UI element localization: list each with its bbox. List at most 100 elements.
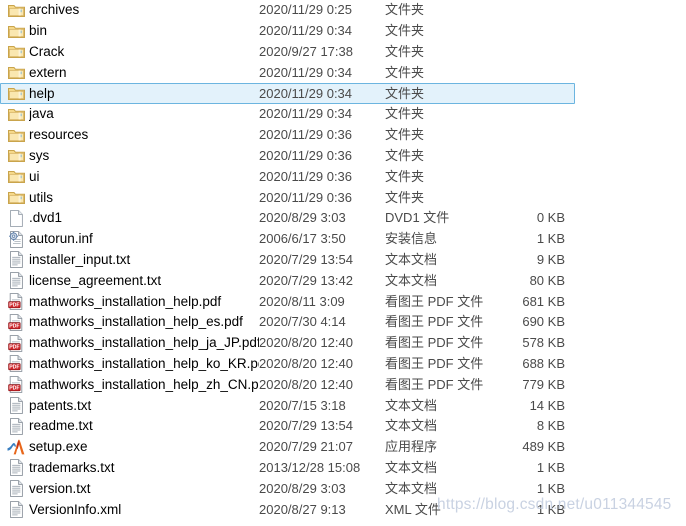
file-row[interactable]: PDF mathworks_installation_help.pdf 2020/8… [0, 291, 575, 312]
file-row[interactable]: archives 2020/11/29 0:25 文件夹 [0, 0, 575, 21]
file-date-modified: 2020/11/29 0:36 [259, 147, 353, 163]
file-row[interactable]: extern 2020/11/29 0:34 文件夹 [0, 62, 575, 83]
file-row[interactable]: PDF mathworks_installation_help_ja_JP.pdf… [0, 333, 575, 354]
file-type: 文件夹 [385, 64, 425, 80]
file-type: XML 文件 [385, 501, 441, 517]
file-date-modified: 2020/11/29 0:34 [259, 106, 353, 122]
file-row[interactable]: patents.txt 2020/7/15 3:18 文本文档 14 KB [0, 395, 575, 416]
file-row[interactable]: ui 2020/11/29 0:36 文件夹 [0, 166, 575, 187]
pdf-file-icon: PDF [1, 355, 29, 373]
file-date-modified: 2020/11/29 0:36 [259, 127, 353, 143]
file-date-modified: 2020/7/30 4:14 [259, 314, 346, 330]
file-date-modified: 2020/11/29 0:36 [259, 168, 353, 184]
file-name: readme.txt [29, 418, 93, 434]
file-date-modified: 2020/8/29 3:03 [259, 480, 346, 496]
file-list-view[interactable]: archives 2020/11/29 0:25 文件夹 bin 2020/11/29 … [0, 0, 686, 526]
text-file-icon [1, 459, 29, 477]
file-row[interactable]: PDF mathworks_installation_help_ko_KR.pdf… [0, 354, 575, 375]
file-type: 文件夹 [385, 189, 425, 205]
file-date-modified: 2020/8/29 3:03 [259, 210, 346, 226]
file-name: trademarks.txt [29, 459, 115, 475]
file-row[interactable]: VersionInfo.xml 2020/8/27 9:13 XML 文件 1 KB [0, 499, 575, 520]
file-row[interactable]: setup.exe 2020/7/29 21:07 应用程序 489 KB [0, 437, 575, 458]
file-row[interactable]: PDF mathworks_installation_help_es.pdf 202… [0, 312, 575, 333]
file-name: VersionInfo.xml [29, 501, 122, 517]
file-row[interactable]: resources 2020/11/29 0:36 文件夹 [0, 125, 575, 146]
folder-icon [1, 169, 29, 184]
file-name: archives [29, 2, 80, 18]
folder-icon [1, 3, 29, 18]
file-row[interactable]: license_agreement.txt 2020/7/29 13:42 文本文档… [0, 270, 575, 291]
file-row[interactable]: installer_input.txt 2020/7/29 13:54 文本文档 9 … [0, 250, 575, 271]
file-size: 1 KB [536, 459, 565, 475]
pdf-file-icon: PDF [1, 376, 29, 394]
file-row[interactable]: .dvd1 2020/8/29 3:03 DVD1 文件 0 KB [0, 208, 575, 229]
blank-file-icon [1, 210, 29, 227]
file-type: 文件夹 [385, 2, 425, 18]
svg-text:PDF: PDF [9, 386, 19, 392]
file-row[interactable]: readme.txt 2020/7/29 13:54 文本文档 8 KB [0, 416, 575, 437]
file-type: DVD1 文件 [385, 210, 450, 226]
text-file-icon [1, 480, 29, 498]
file-type: 看图王 PDF 文件 [385, 335, 484, 351]
file-date-modified: 2020/7/29 21:07 [259, 439, 353, 455]
file-date-modified: 2006/6/17 3:50 [259, 231, 346, 247]
file-row[interactable]: autorun.inf 2006/6/17 3:50 安装信息 1 KB [0, 229, 575, 250]
file-row[interactable]: PDF mathworks_installation_help_zh_CN.pdf… [0, 374, 575, 395]
file-date-modified: 2020/11/29 0:34 [259, 85, 353, 101]
folder-icon [1, 86, 29, 101]
file-size: 8 KB [536, 418, 565, 434]
folder-icon [1, 24, 29, 39]
folder-icon [1, 148, 29, 163]
file-row[interactable]: utils 2020/11/29 0:36 文件夹 [0, 187, 575, 208]
file-row[interactable]: version.txt 2020/8/29 3:03 文本文档 1 KB [0, 478, 575, 499]
file-row[interactable]: java 2020/11/29 0:34 文件夹 [0, 104, 575, 125]
file-date-modified: 2020/8/11 3:09 [259, 293, 345, 309]
file-row[interactable]: trademarks.txt 2013/12/28 15:08 文本文档 1 KB [0, 458, 575, 479]
file-name: setup.exe [29, 439, 88, 455]
svg-text:PDF: PDF [9, 365, 19, 371]
file-name: .dvd1 [29, 210, 63, 226]
file-size: 1 KB [536, 231, 565, 247]
file-type: 文本文档 [385, 272, 438, 288]
file-name: patents.txt [29, 397, 92, 413]
file-date-modified: 2020/7/29 13:54 [259, 251, 353, 267]
file-row[interactable]: sys 2020/11/29 0:36 文件夹 [0, 146, 575, 167]
file-size: 681 KB [522, 293, 565, 309]
file-type: 应用程序 [385, 439, 438, 455]
file-type: 文本文档 [385, 251, 438, 267]
file-name: utils [29, 189, 54, 205]
file-name: mathworks_installation_help_zh_CN.pdf [29, 376, 259, 392]
file-type: 看图王 PDF 文件 [385, 376, 484, 392]
file-size: 690 KB [522, 314, 565, 330]
file-date-modified: 2020/9/27 17:38 [259, 44, 353, 59]
file-type: 文件夹 [385, 147, 425, 163]
file-date-modified: 2020/7/29 13:42 [259, 272, 353, 288]
file-size: 9 KB [536, 251, 565, 267]
file-size: 489 KB [522, 439, 565, 455]
file-type: 文件夹 [385, 85, 425, 101]
file-row[interactable]: Crack 2020/9/27 17:38 文件夹 [0, 42, 575, 63]
file-row[interactable]: bin 2020/11/29 0:34 文件夹 [0, 21, 575, 42]
file-type: 文件夹 [385, 106, 425, 122]
file-date-modified: 2020/11/29 0:36 [259, 189, 353, 205]
file-date-modified: 2020/11/29 0:34 [259, 64, 353, 80]
file-size: 688 KB [522, 355, 565, 371]
file-date-modified: 2020/11/29 0:25 [259, 2, 353, 18]
file-type: 文件夹 [385, 44, 425, 59]
folder-icon [1, 65, 29, 80]
file-type: 文本文档 [385, 459, 438, 475]
file-name: mathworks_installation_help_es.pdf [29, 314, 243, 330]
file-size: 80 KB [529, 272, 565, 288]
file-type: 看图王 PDF 文件 [385, 293, 484, 309]
file-date-modified: 2020/11/29 0:34 [259, 23, 353, 39]
file-date-modified: 2020/7/29 13:54 [259, 418, 353, 434]
matlab-exe-icon [1, 439, 29, 455]
svg-text:PDF: PDF [9, 302, 19, 308]
file-date-modified: 2020/7/15 3:18 [259, 397, 346, 413]
pdf-file-icon: PDF [1, 313, 29, 331]
file-size: 14 KB [529, 397, 565, 413]
file-row[interactable]: help 2020/11/29 0:34 文件夹 [0, 83, 575, 104]
file-name: installer_input.txt [29, 251, 131, 267]
inf-file-icon [1, 230, 29, 248]
